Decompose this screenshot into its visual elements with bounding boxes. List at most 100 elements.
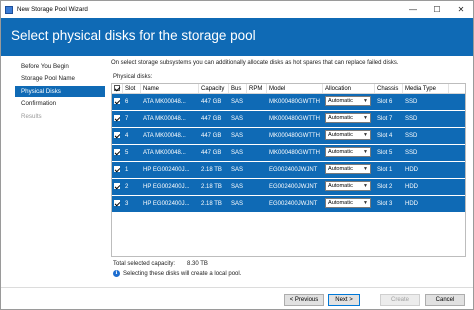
table-row[interactable]: 4 ATA MK00048... 447 GB SAS MK000480GWTT…	[112, 128, 465, 145]
table-header: Slot Name Capacity Bus RPM Model Allocat…	[112, 84, 465, 94]
column-header-chassis[interactable]: Chassis	[375, 84, 403, 93]
chevron-down-icon: ▼	[363, 166, 368, 173]
close-button[interactable]: ✕	[449, 1, 473, 18]
chevron-down-icon: ▼	[363, 149, 368, 156]
cell-capacity: 2.18 TB	[201, 184, 222, 190]
header-select-all[interactable]	[112, 84, 123, 93]
cell-media-type: HDD	[405, 201, 418, 207]
allocation-value: Automatic	[328, 183, 353, 190]
chevron-down-icon: ▼	[363, 98, 368, 105]
allocation-dropdown[interactable]: Automatic ▼	[325, 181, 371, 192]
info-message: i Selecting these disks will create a lo…	[113, 270, 241, 277]
cancel-button[interactable]: Cancel	[425, 294, 465, 306]
window-title: New Storage Pool Wizard	[17, 6, 88, 13]
row-checkbox[interactable]	[114, 98, 120, 104]
column-header-rpm[interactable]: RPM	[247, 84, 267, 93]
maximize-button[interactable]: ☐	[425, 1, 449, 18]
nav-item-before-you-begin[interactable]: Before You Begin	[15, 61, 105, 72]
table-row[interactable]: 1 HP EG002400J... 2.18 TB SAS EG002400JW…	[112, 162, 465, 179]
cell-name: ATA MK00048...	[143, 133, 186, 139]
row-checkbox[interactable]	[114, 183, 120, 189]
cell-rpm	[247, 128, 267, 144]
column-header-slot[interactable]: Slot	[123, 84, 141, 93]
cell-slot: 1	[125, 167, 129, 173]
table-row[interactable]: 5 ATA MK00048... 447 GB SAS MK000480GWTT…	[112, 145, 465, 162]
page-description: On select storage subsystems you can add…	[111, 60, 399, 66]
table-row[interactable]: 3 HP EG002400J... 2.18 TB SAS EG002400JW…	[112, 196, 465, 213]
cell-model: MK000480GWTTH	[269, 133, 321, 139]
allocation-value: Automatic	[328, 166, 353, 173]
nav-item-confirmation[interactable]: Confirmation	[15, 98, 105, 109]
cell-name: HP EG002400J...	[143, 201, 190, 207]
chevron-down-icon: ▼	[363, 200, 368, 207]
cell-media-type: SSD	[405, 150, 418, 156]
allocation-value: Automatic	[328, 149, 353, 156]
column-header-bus[interactable]: Bus	[229, 84, 247, 93]
cell-bus: SAS	[231, 99, 244, 105]
cell-bus: SAS	[231, 201, 244, 207]
cell-name: ATA MK00048...	[143, 99, 186, 105]
table-row[interactable]: 6 ATA MK00048... 447 GB SAS MK000480GWTT…	[112, 94, 465, 111]
cell-chassis: Slot 6	[377, 99, 393, 105]
cell-rpm	[247, 162, 267, 178]
allocation-dropdown[interactable]: Automatic ▼	[325, 130, 371, 141]
cell-bus: SAS	[231, 133, 244, 139]
allocation-dropdown[interactable]: Automatic ▼	[325, 96, 371, 107]
allocation-value: Automatic	[328, 132, 353, 139]
column-header-name[interactable]: Name	[141, 84, 199, 93]
cell-name: ATA MK00048...	[143, 150, 186, 156]
cell-rpm	[247, 196, 267, 212]
next-button[interactable]: Next >	[328, 294, 360, 306]
allocation-dropdown[interactable]: Automatic ▼	[325, 198, 371, 209]
nav-item-physical-disks[interactable]: Physical Disks	[15, 85, 105, 97]
select-all-checkbox[interactable]	[114, 85, 120, 91]
previous-button[interactable]: < Previous	[284, 294, 324, 306]
cell-rpm	[247, 111, 267, 127]
nav-item-storage-pool-name[interactable]: Storage Pool Name	[15, 73, 105, 84]
row-checkbox[interactable]	[114, 166, 120, 172]
chevron-down-icon: ▼	[363, 132, 368, 139]
table-row[interactable]: 7 ATA MK00048... 447 GB SAS MK000480GWTT…	[112, 111, 465, 128]
cell-chassis: Slot 3	[377, 201, 393, 207]
cell-media-type: SSD	[405, 99, 418, 105]
cell-slot: 6	[125, 99, 129, 105]
cell-media-type: HDD	[405, 184, 418, 190]
allocation-dropdown[interactable]: Automatic ▼	[325, 147, 371, 158]
minimize-button[interactable]: —	[401, 1, 425, 18]
allocation-dropdown[interactable]: Automatic ▼	[325, 113, 371, 124]
total-capacity-label: Total selected capacity:	[113, 261, 176, 267]
nav-item-results: Results	[21, 112, 42, 120]
cell-model: EG002400JWJNT	[269, 184, 318, 190]
physical-disks-table: Slot Name Capacity Bus RPM Model Allocat…	[111, 83, 466, 257]
column-header-media-type[interactable]: Media Type	[403, 84, 449, 93]
row-checkbox[interactable]	[114, 149, 120, 155]
cell-capacity: 447 GB	[201, 150, 222, 156]
allocation-dropdown[interactable]: Automatic ▼	[325, 164, 371, 175]
cell-model: MK000480GWTTH	[269, 116, 321, 122]
cell-bus: SAS	[231, 116, 244, 122]
table-row[interactable]: 2 HP EG002400J... 2.18 TB SAS EG002400JW…	[112, 179, 465, 196]
wizard-nav: Before You Begin Storage Pool Name Physi…	[15, 59, 105, 122]
cell-name: HP EG002400J...	[143, 184, 190, 190]
wizard-header: Select physical disks for the storage po…	[1, 18, 473, 56]
page-title: Select physical disks for the storage po…	[11, 28, 256, 43]
info-text: Selecting these disks will create a loca…	[123, 270, 242, 277]
cell-name: ATA MK00048...	[143, 116, 186, 122]
info-icon: i	[113, 270, 120, 277]
column-header-capacity[interactable]: Capacity	[199, 84, 229, 93]
window-controls: — ☐ ✕	[401, 1, 473, 18]
cell-chassis: Slot 7	[377, 116, 393, 122]
column-header-model[interactable]: Model	[267, 84, 323, 93]
cell-model: EG002400JWJNT	[269, 201, 318, 207]
column-header-allocation[interactable]: Allocation	[323, 84, 375, 93]
row-checkbox[interactable]	[114, 132, 120, 138]
chevron-down-icon: ▼	[363, 115, 368, 122]
cell-chassis: Slot 5	[377, 150, 393, 156]
cell-chassis: Slot 4	[377, 133, 393, 139]
physical-disks-label: Physical disks:	[113, 74, 153, 80]
cell-slot: 7	[125, 116, 129, 122]
row-checkbox[interactable]	[114, 200, 120, 206]
cell-capacity: 2.18 TB	[201, 167, 222, 173]
chevron-down-icon: ▼	[363, 183, 368, 190]
row-checkbox[interactable]	[114, 115, 120, 121]
